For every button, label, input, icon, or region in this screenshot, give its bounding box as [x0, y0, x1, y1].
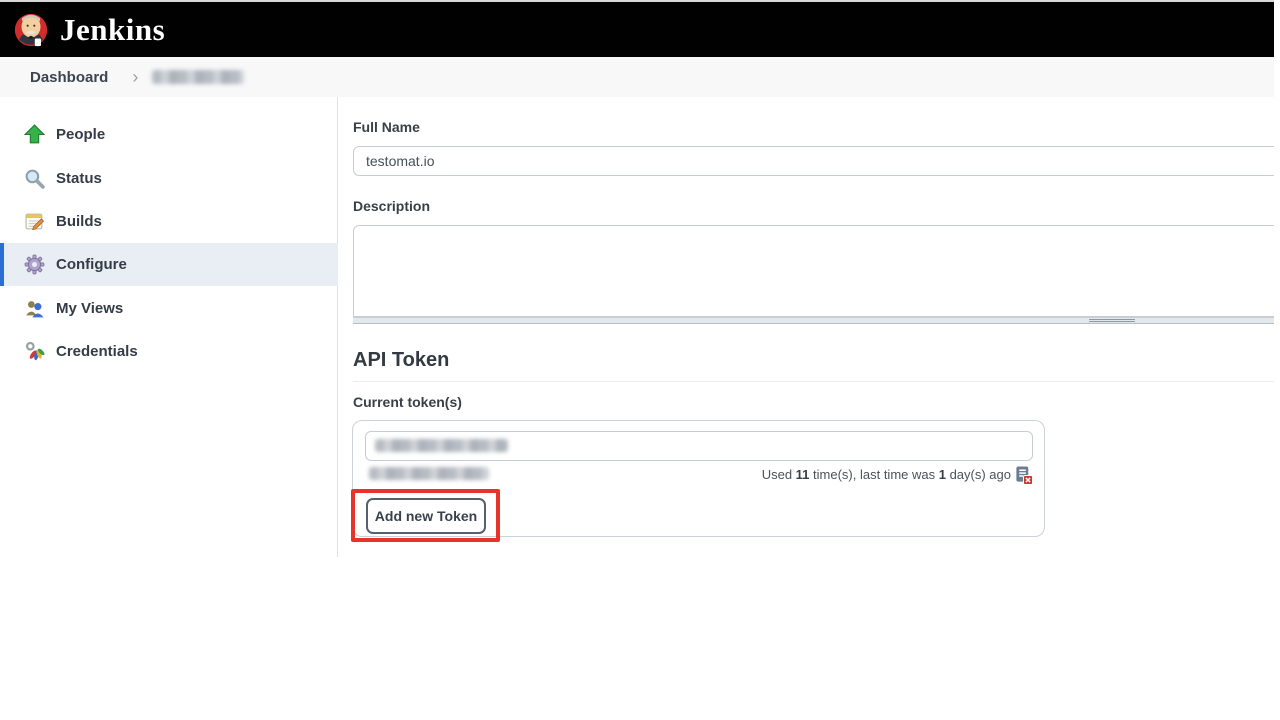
section-divider	[353, 381, 1274, 382]
usage-last-count: 1	[939, 467, 946, 482]
top-header-bar: Jenkins	[0, 2, 1274, 57]
usage-prefix: Used	[762, 467, 796, 482]
usage-count: 11	[796, 467, 810, 482]
breadcrumb: Dashboard ›	[0, 57, 1274, 97]
current-tokens-label: Current token(s)	[353, 394, 462, 410]
breadcrumb-chevron-icon: ›	[132, 68, 138, 86]
full-name-label: Full Name	[353, 119, 420, 135]
breadcrumb-dashboard-link[interactable]: Dashboard	[30, 69, 108, 86]
main-content: Full Name Description API Token Current …	[0, 97, 1274, 720]
description-label: Description	[353, 198, 430, 214]
jenkins-home-link[interactable]: Jenkins	[12, 9, 165, 51]
jenkins-butler-icon	[12, 9, 50, 51]
usage-suffix: day(s) ago	[946, 467, 1011, 482]
token-created-info-redacted	[369, 467, 489, 480]
full-name-input[interactable]	[353, 146, 1274, 176]
add-new-token-button[interactable]: Add new Token	[366, 498, 486, 534]
token-usage-text: Used 11 time(s), last time was 1 day(s) …	[762, 467, 1011, 482]
token-panel: Used 11 time(s), last time was 1 day(s) …	[352, 420, 1045, 537]
revoke-token-icon[interactable]	[1014, 465, 1033, 485]
token-meta-row: Used 11 time(s), last time was 1 day(s) …	[353, 465, 1044, 483]
api-token-section-title: API Token	[353, 349, 449, 372]
breadcrumb-user-redacted[interactable]	[152, 70, 244, 84]
token-name-redacted	[375, 439, 508, 452]
description-textarea[interactable]	[353, 225, 1274, 317]
usage-mid: time(s), last time was	[809, 467, 938, 482]
brand-title: Jenkins	[60, 12, 165, 48]
resize-grip-icon	[1089, 319, 1135, 323]
textarea-resize-handle[interactable]	[353, 317, 1274, 324]
